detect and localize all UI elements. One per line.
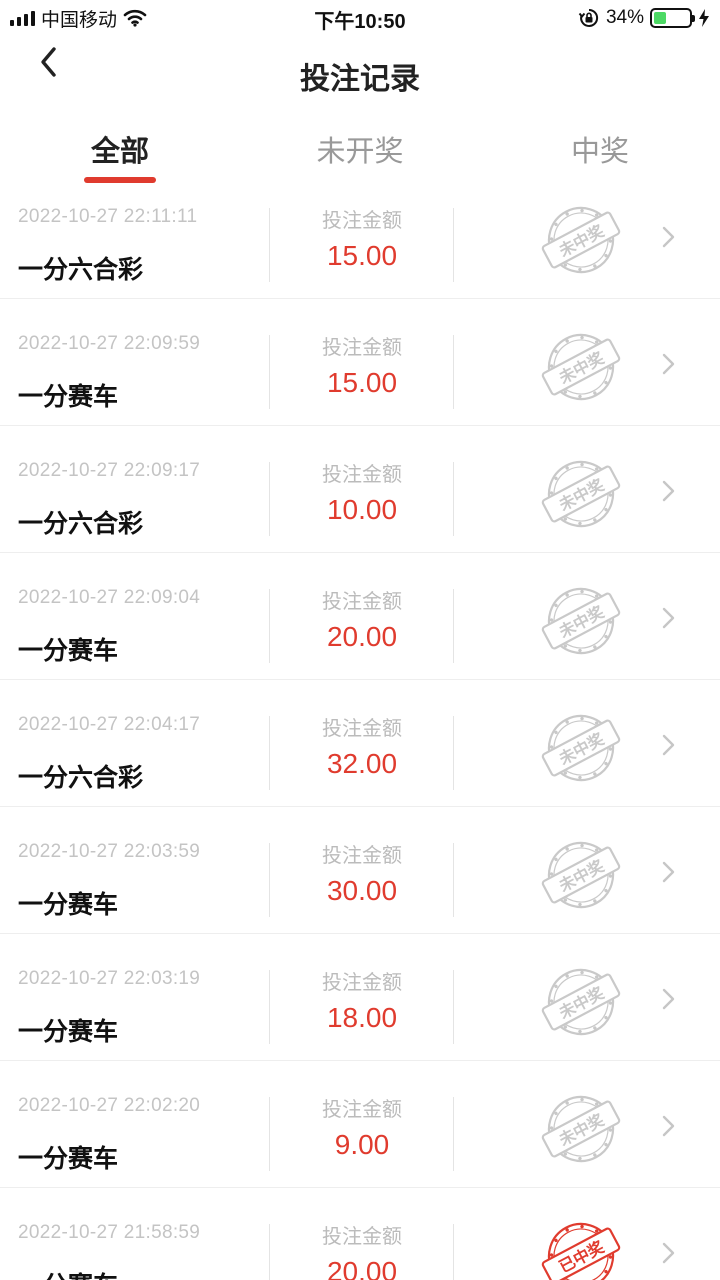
column-divider	[453, 1097, 454, 1171]
result-stamp-icon: 未中奖	[541, 1095, 621, 1163]
chevron-right-icon	[662, 1242, 675, 1264]
result-stamp-icon: 未中奖	[541, 333, 621, 401]
game-name: 一分赛车	[18, 1266, 118, 1280]
game-name: 一分六合彩	[18, 256, 144, 284]
battery-fill	[654, 12, 666, 24]
amount-label: 投注金额	[322, 718, 402, 740]
game-name: 一分六合彩	[18, 764, 144, 792]
bet-amount: 32.00	[326, 748, 398, 779]
column-divider	[453, 716, 454, 790]
bet-record-row[interactable]: 2022-10-27 22:09:17 一分六合彩 投注金额 10.00 未中奖	[0, 426, 720, 553]
page-title: 投注记录	[300, 63, 420, 96]
game-name: 一分赛车	[18, 1145, 119, 1173]
result-stamp-icon: 已中奖	[541, 1222, 621, 1280]
column-divider	[453, 335, 454, 409]
status-bar: 中国移动 下午10:50 34%	[0, 0, 720, 36]
column-divider	[453, 1224, 454, 1280]
bet-time: 2022-10-27 22:03:19	[18, 968, 201, 989]
bet-amount: 18.00	[326, 1002, 398, 1033]
amount-label: 投注金额	[322, 1226, 402, 1248]
bet-time: 2022-10-27 22:03:59	[18, 841, 201, 862]
bet-record-row[interactable]: 2022-10-27 22:09:59 一分赛车 投注金额 15.00 未中奖	[0, 299, 720, 426]
chevron-right-icon	[662, 1115, 675, 1137]
bet-amount: 20.00	[326, 621, 398, 652]
bet-time: 2022-10-27 22:04:17	[18, 714, 201, 735]
bet-amount: 30.00	[326, 875, 398, 906]
orientation-lock-icon	[578, 8, 599, 27]
bet-time: 2022-10-27 22:09:17	[18, 460, 201, 481]
chevron-right-icon	[662, 607, 675, 629]
bet-record-list: 2022-10-27 22:11:11 一分六合彩 投注金额 15.00 未中奖	[0, 172, 720, 1280]
nav-bar: 投注记录	[0, 36, 720, 112]
game-name: 一分赛车	[18, 891, 119, 919]
tab-all[interactable]: 全部	[40, 128, 200, 170]
bet-time: 2022-10-27 21:58:59	[18, 1222, 201, 1243]
tab-pending[interactable]: 未开奖	[280, 128, 440, 170]
column-divider	[453, 843, 454, 917]
battery-icon	[650, 8, 695, 28]
bet-time: 2022-10-27 22:02:20	[18, 1095, 201, 1116]
battery-percent: 34%	[605, 7, 644, 28]
chevron-right-icon	[662, 480, 675, 502]
game-name: 一分赛车	[18, 383, 119, 411]
bet-amount: 15.00	[326, 240, 398, 271]
bet-record-row[interactable]: 2022-10-27 21:58:59 一分赛车 投注金额 20.00 已中奖	[0, 1188, 720, 1280]
status-bar-right: 34%	[578, 6, 710, 30]
amount-label: 投注金额	[322, 972, 402, 994]
bet-time: 2022-10-27 22:11:11	[18, 206, 198, 227]
tab-won[interactable]: 中奖	[520, 128, 680, 170]
bet-record-row[interactable]: 2022-10-27 22:09:04 一分赛车 投注金额 20.00 未中奖	[0, 553, 720, 680]
chevron-right-icon	[662, 988, 675, 1010]
bet-amount: 20.00	[326, 1256, 398, 1280]
charging-icon	[699, 9, 709, 27]
bet-time: 2022-10-27 22:09:04	[18, 587, 201, 608]
chevron-right-icon	[662, 226, 675, 248]
result-stamp-icon: 未中奖	[541, 841, 621, 909]
chevron-right-icon	[662, 861, 675, 883]
game-name: 一分赛车	[18, 637, 119, 665]
amount-label: 投注金额	[322, 845, 402, 867]
amount-label: 投注金额	[322, 464, 402, 486]
game-name: 一分六合彩	[18, 510, 144, 538]
bet-record-row[interactable]: 2022-10-27 22:04:17 一分六合彩 投注金额 32.00 未中奖	[0, 680, 720, 807]
chevron-right-icon	[662, 734, 675, 756]
result-stamp-icon: 未中奖	[541, 714, 621, 782]
column-divider	[453, 462, 454, 536]
game-name: 一分赛车	[18, 1018, 119, 1046]
amount-label: 投注金额	[322, 337, 402, 359]
amount-label: 投注金额	[322, 1099, 402, 1121]
column-divider	[453, 970, 454, 1044]
bet-record-row[interactable]: 2022-10-27 22:03:19 一分赛车 投注金额 18.00 未中奖	[0, 934, 720, 1061]
amount-label: 投注金额	[322, 210, 402, 232]
chevron-right-icon	[662, 353, 675, 375]
bet-amount: 10.00	[326, 494, 398, 525]
bet-time: 2022-10-27 22:09:59	[18, 333, 201, 354]
result-stamp-icon: 未中奖	[541, 587, 621, 655]
bet-amount: 9.00	[334, 1129, 390, 1160]
bet-amount: 15.00	[326, 367, 398, 398]
result-stamp-icon: 未中奖	[541, 460, 621, 528]
column-divider	[453, 208, 454, 282]
bet-record-row[interactable]: 2022-10-27 22:11:11 一分六合彩 投注金额 15.00 未中奖	[0, 172, 720, 299]
amount-label: 投注金额	[322, 591, 402, 613]
bet-record-row[interactable]: 2022-10-27 22:02:20 一分赛车 投注金额 9.00 未中奖	[0, 1061, 720, 1188]
result-stamp-icon: 未中奖	[541, 206, 621, 274]
bet-record-row[interactable]: 2022-10-27 22:03:59 一分赛车 投注金额 30.00 未中奖	[0, 807, 720, 934]
column-divider	[453, 589, 454, 663]
result-stamp-icon: 未中奖	[541, 968, 621, 1036]
